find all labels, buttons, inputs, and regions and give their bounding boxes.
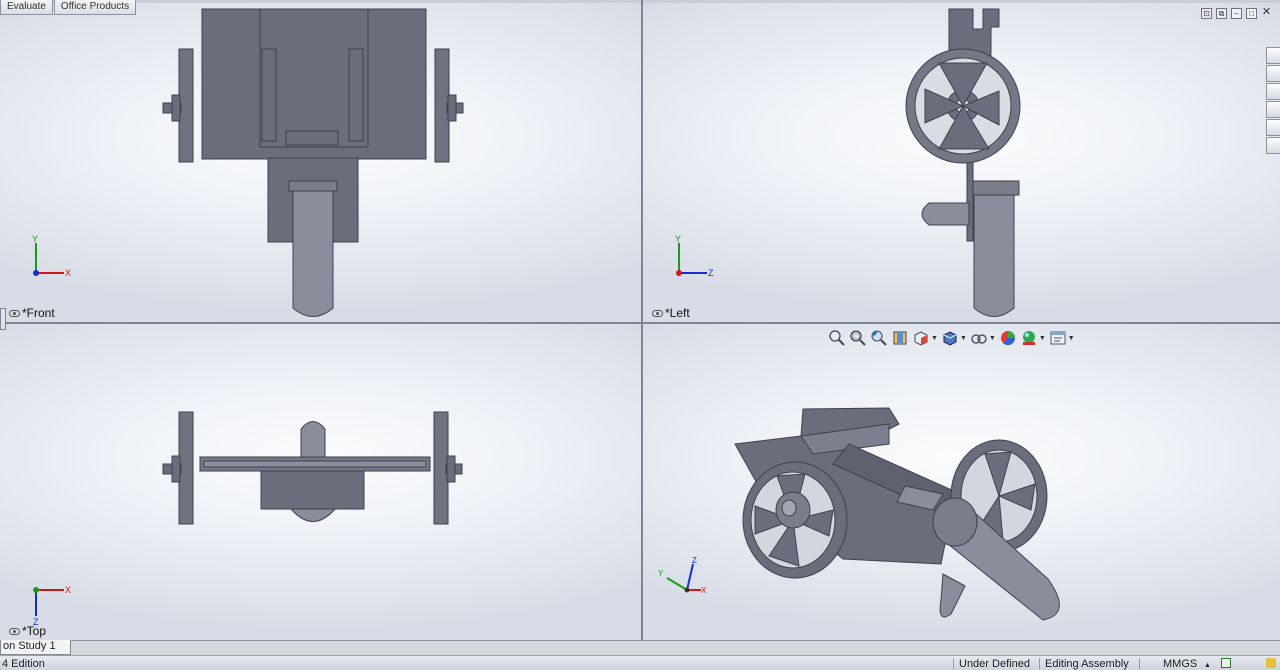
file-explorer-icon[interactable] [1266,83,1280,100]
bottom-tab-bar: on Study 1 [0,640,1280,655]
view-label-left[interactable]: *Left [652,306,690,320]
apply-scene-icon[interactable]: ▼ [1020,329,1046,347]
triad-label: Y [658,569,664,578]
axis-triad-isometric: Y Z X [658,556,707,595]
triad-label: Y [675,235,681,244]
viewport-divider-horizontal[interactable] [0,322,1280,324]
tab-study[interactable]: on Study 1 [0,640,71,655]
viewport-left[interactable]: Y Z *Left ⊡ ⧉ – □ ✕ [643,3,1280,322]
units-caret-icon[interactable]: ▲ [1204,659,1211,670]
previous-view-icon[interactable] [870,329,888,347]
appearances-icon[interactable] [1266,119,1280,136]
home-icon[interactable] [1266,47,1280,64]
viewport-isometric[interactable]: Y Z X [643,324,1280,640]
trail-block-top [260,470,365,510]
view-name: *Top [22,624,47,638]
front-view-model [162,8,464,317]
viewport-front[interactable]: Y X *Front [0,3,641,322]
view-label-top[interactable]: *Top [9,624,46,638]
view-link-icon [9,309,20,317]
isometric-view-model [734,407,1060,621]
view-link-icon [652,309,663,317]
close-icon[interactable]: ✕ [1261,7,1272,19]
view-settings-icon[interactable]: ▼ [1049,329,1075,347]
barrel [292,190,334,317]
section-view-icon[interactable] [891,329,909,347]
view-palette-icon[interactable] [1266,101,1280,118]
axis-triad-front: Y X [32,235,71,278]
left-view-model [905,8,1021,317]
barrel-side [973,194,1015,317]
command-manager-tabs: Evaluate Office Products [0,0,137,17]
axis-triad-top: X Z [33,585,71,627]
split-handle[interactable] [0,308,6,330]
tab-office-products[interactable]: Office Products [53,0,137,15]
axis-triad-left: Y Z [675,235,714,278]
heads-up-view-toolbar: ▼ ▼ ▼ ▼ ▼ [828,328,1075,348]
top-view-model [162,411,463,525]
task-pane-tabs [1266,47,1280,154]
viewport-divider-vertical[interactable] [641,0,643,640]
design-library-icon[interactable] [1266,65,1280,82]
triad-label: Z [692,556,697,565]
view-name: *Front [22,306,55,320]
status-edition: 4 Edition [2,658,45,670]
triad-label: Z [708,268,714,278]
triad-label: X [65,268,71,278]
window-controls: ⊡ ⧉ – □ ✕ [1201,7,1272,19]
custom-properties-icon[interactable] [1266,137,1280,154]
tile-icon[interactable]: ⊡ [1201,8,1212,19]
status-mode: Editing Assembly [1045,658,1129,670]
view-name: *Left [665,306,690,320]
view-link-icon [9,627,20,635]
edit-appearance-icon[interactable] [999,329,1017,347]
rebuild-status-icon[interactable] [1221,658,1231,668]
display-style-icon[interactable]: ▼ [941,329,967,347]
maximize-icon[interactable]: □ [1246,8,1257,19]
triad-label: X [701,586,707,595]
view-orientation-icon[interactable]: ▼ [912,329,938,347]
zoom-to-area-icon[interactable] [849,329,867,347]
status-definition: Under Defined [959,658,1030,670]
tab-evaluate[interactable]: Evaluate [0,0,53,15]
restore-icon[interactable]: ⧉ [1216,8,1227,19]
viewport-top[interactable]: X Z *Top [0,324,641,640]
minimize-icon[interactable]: – [1231,8,1242,19]
quick-tips-icon[interactable] [1266,658,1276,668]
units-selector[interactable]: MMGS [1163,657,1197,670]
carriage-body [201,8,427,160]
status-bar: 4 Edition Under Defined Editing Assembly… [0,655,1280,670]
triad-label: X [65,585,71,595]
triad-label: Y [32,235,38,244]
view-label-front[interactable]: *Front [9,306,55,320]
hide-show-items-icon[interactable]: ▼ [970,329,996,347]
zoom-to-fit-icon[interactable] [828,329,846,347]
